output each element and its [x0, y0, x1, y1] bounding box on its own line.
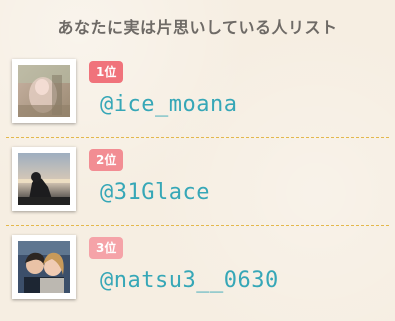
ranking-item-2[interactable]: 2位 @31Glace: [0, 138, 395, 226]
rank-badge: 2位: [89, 149, 124, 171]
profile-photo-frame[interactable]: [12, 59, 76, 123]
page-title: あなたに実は片思いしている人リスト: [57, 18, 338, 37]
profile-photo-ice-moana[interactable]: [18, 65, 70, 117]
profile-photo-31glace[interactable]: [18, 153, 70, 205]
ranking-item-3[interactable]: 3位 @natsu3__0630: [0, 226, 395, 314]
user-handle[interactable]: @ice_moana: [100, 92, 237, 117]
rank-badge: 3位: [89, 237, 124, 259]
rank-badge: 1位: [89, 61, 124, 83]
profile-photo-frame[interactable]: [12, 235, 76, 299]
user-handle[interactable]: @natsu3__0630: [100, 268, 279, 293]
profile-photo-frame[interactable]: [12, 147, 76, 211]
ranking-item-1[interactable]: 1位 @ice_moana: [0, 50, 395, 138]
user-handle[interactable]: @31Glace: [100, 180, 210, 205]
profile-photo-natsu3-0630[interactable]: [18, 241, 70, 293]
ranking-list: 1位 @ice_moana 2位 @31Glace 3位 @natsu3__06…: [0, 50, 395, 314]
